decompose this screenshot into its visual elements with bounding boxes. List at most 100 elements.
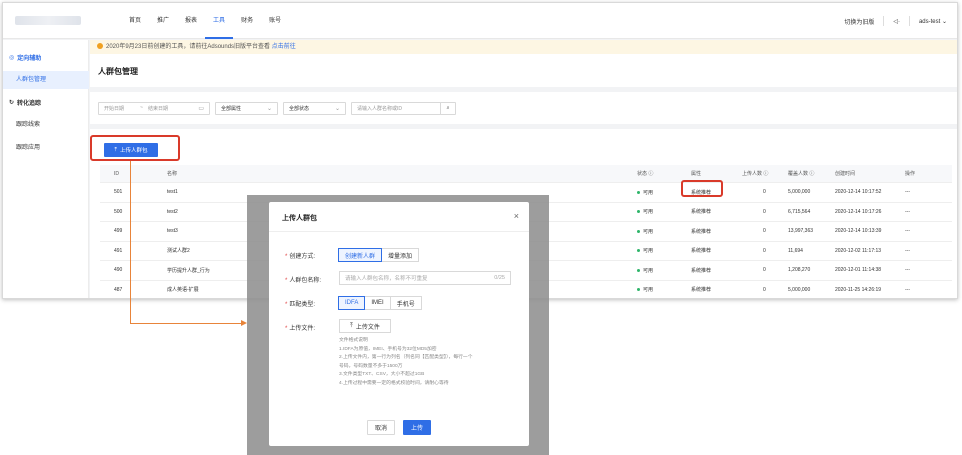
cell-attr-text: 系统推荐 [691,248,712,255]
sidebar-item-audience[interactable]: 人群包管理 [3,71,89,89]
hint-line: 号码，号码数量不多于1500万 [339,363,403,369]
cell-coverage: 5,000,000 [788,183,810,202]
cell-upload-count: 0 [763,281,766,299]
idfa-option[interactable]: IDFA [338,296,366,310]
imei-option[interactable]: IMEI [364,296,391,310]
cell-actions[interactable]: --- [905,183,910,202]
cell-created-text: 2020-12-02 11:17:13 [835,247,882,254]
status-dot [637,249,640,253]
user-menu[interactable]: ads-test ⌄ [919,18,947,25]
cell-name: test2 [167,203,178,222]
create-mode-toggle: 创建新人群 增量添加 [338,248,420,262]
cell-id-text: 499 [114,228,123,235]
nav-report[interactable]: 报表 [177,3,205,39]
cancel-button[interactable]: 取消 [367,420,395,435]
nav-home[interactable]: 首页 [121,3,149,39]
cell-actions[interactable]: --- [905,261,910,280]
status-dot [637,190,640,194]
hint-line: 4.上传过程中需要一定的格式校验时间，请耐心等待 [339,380,449,386]
notice-text: 2020年9月23日前创建的工具，请前往Adsounds旧版平台查看 [106,44,271,50]
divider [883,16,885,26]
cell-status-text: 可用 [643,287,654,294]
upload-submit-button[interactable]: 上传 [403,420,431,435]
cell-actions[interactable]: --- [905,222,910,241]
cell-id-text: 490 [114,267,123,274]
cell-status: 可用 [637,203,653,222]
col-name: 名称 [167,171,178,177]
col-created: 创建时间 [835,171,856,177]
attribute-value: 全部属性 [221,105,242,112]
cell-name: 测试人群2 [167,242,190,261]
arrow-vertical [130,161,131,324]
chevron-down-icon: ⌄ [266,105,272,112]
status-select[interactable]: 全部状态 ⌄ [283,101,346,115]
nav-promote[interactable]: 推广 [149,3,177,39]
label-text: 上传文件: [289,326,316,332]
cell-actions-text: --- [905,208,910,215]
user-name: ads-test [918,18,941,25]
char-count: 0/25 [494,275,505,281]
nav-finance[interactable]: 财务 [233,3,261,39]
col-actions: 操作 [905,171,916,177]
close-icon[interactable]: × [514,211,519,221]
cell-attr: 系统推荐 [691,203,711,222]
cell-created-text: 2020-11-25 14:26:19 [835,286,882,293]
sidebar-group-targeting[interactable]: ◎ 定向辅助 [9,53,41,62]
cell-created: 2020-12-01 11:14:38 [835,261,881,280]
sidebar-item-leads[interactable]: 跟踪线索 [3,116,89,134]
cell-status-text: 可用 [643,228,654,235]
cell-actions[interactable]: --- [905,242,910,261]
cell-attr-text: 系统推荐 [691,267,712,274]
cell-coverage-text: 13,997,363 [788,228,814,235]
cell-created: 2020-12-14 10:17:26 [835,203,881,222]
cell-actions[interactable]: --- [905,203,910,222]
hint-line: 1.IDFA为原值，IMEI、手机号为32位MD5加密 [339,346,437,352]
sidebar-group-label: 转化追踪 [17,101,42,107]
cell-attr: 系统推荐 [691,242,711,261]
audience-name-input[interactable]: 请输入人群包名称，名称不可重复 0/25 [339,271,511,285]
chevron-down-icon: ⌄ [334,105,340,112]
cell-actions-text: --- [905,286,910,293]
cell-status: 可用 [637,261,653,280]
cell-coverage: 13,997,363 [788,222,813,241]
nav-tools[interactable]: 工具 [205,3,234,39]
status-dot [637,288,640,292]
cell-id-text: 487 [114,286,123,293]
cell-actions[interactable]: --- [905,281,910,299]
cell-upload-count: 0 [763,242,766,261]
cell-upload-count-text: 0 [763,208,766,215]
cell-created: 2020-11-25 14:26:19 [835,281,882,299]
notice-link[interactable]: 点击前往 [272,44,296,50]
calendar-icon: ▭ [198,105,204,112]
cell-upload-count: 0 [763,203,766,222]
speaker-icon[interactable]: ◁· [893,18,900,25]
col-id: ID [114,170,119,177]
attribute-select[interactable]: 全部属性 ⌄ [215,101,278,115]
cell-status-text: 可用 [643,267,654,274]
search-input[interactable]: 请输入人群名称或ID [351,101,441,115]
search-button[interactable]: ⌕ [440,101,456,115]
cell-name-text: test1 [167,189,178,196]
sidebar-group-conversion[interactable]: ↻ 转化追踪 [9,98,41,107]
cell-coverage-text: 5,000,000 [788,189,811,196]
cell-attr: 系统推荐 [691,222,711,241]
cell-name: test1 [167,183,178,202]
col-status: 状态 ⓘ [637,171,654,177]
file-button-label: 上传文件 [355,324,380,331]
name-placeholder: 请输入人群包名称，名称不可重复 [345,276,428,282]
cell-id: 490 [114,261,122,280]
create-new-option[interactable]: 创建新人群 [338,248,383,262]
upload-file-button[interactable]: ⤒ 上传文件 [339,319,391,333]
hint-line: 文件格式说明 [339,338,368,343]
cell-actions-text: --- [905,228,910,235]
nav-account[interactable]: 账号 [261,3,289,39]
hint-line: 3.文件类型TXT、CSV，大小不超过1GB [339,372,425,378]
date-range-picker[interactable]: 开始日期 ~ 结束日期 ▭ [98,101,210,115]
incremental-option[interactable]: 增量添加 [381,248,420,262]
sidebar-item-apps[interactable]: 跟踪应用 [3,139,89,157]
switch-old-version-link[interactable]: 切换为旧版 [844,17,874,26]
cell-upload-count-text: 0 [763,189,766,196]
phone-option[interactable]: 手机号 [389,296,422,310]
upload-audience-modal: 上传人群包 × * 创建方式: 创建新人群 增量添加 * 人群包名称: 请输入人群包… [269,202,529,446]
label-text: 匹配类型: [289,302,316,308]
